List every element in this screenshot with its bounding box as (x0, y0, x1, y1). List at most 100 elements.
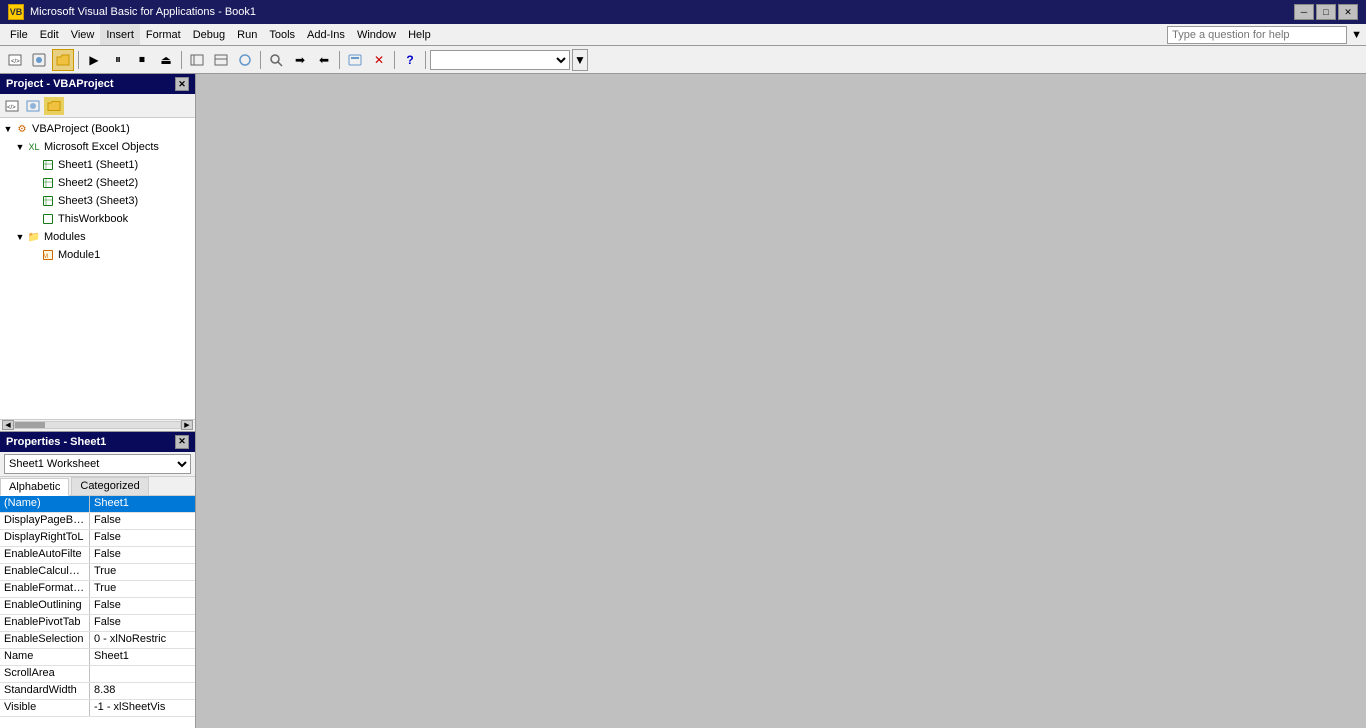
toolbar-design-mode[interactable]: ⏏ (155, 49, 177, 71)
tree-sheet2-label: Sheet2 (Sheet2) (58, 177, 138, 189)
tree-sheet3[interactable]: Sheet3 (Sheet3) (0, 192, 195, 210)
prop-row-displaypagebreak[interactable]: DisplayPageBrea False (0, 513, 195, 530)
prop-value-visible: -1 - xlSheetVis (90, 700, 195, 716)
prop-value-enablecalculation: True (90, 564, 195, 580)
toolbar-properties[interactable] (210, 49, 232, 71)
prop-value-standardwidth: 8.38 (90, 683, 195, 699)
menu-edit[interactable]: Edit (34, 24, 65, 45)
tree-sheet2[interactable]: Sheet2 (Sheet2) (0, 174, 195, 192)
menu-format[interactable]: Format (140, 24, 187, 45)
prop-value-enableselection: 0 - xlNoRestric (90, 632, 195, 648)
proj-toggle-folders[interactable] (44, 97, 64, 115)
menu-view[interactable]: View (65, 24, 101, 45)
properties-object-select[interactable]: Sheet1 Worksheet (4, 454, 191, 474)
sheet2-icon (40, 175, 56, 191)
tree-thisworkbook-label: ThisWorkbook (58, 213, 128, 225)
toolbar-combo-arrow[interactable]: ▼ (572, 49, 588, 71)
tree-toggle-excel: ▼ (14, 142, 26, 152)
tab-alphabetic[interactable]: Alphabetic (0, 478, 69, 496)
tree-excel-objects[interactable]: ▼ XL Microsoft Excel Objects (0, 138, 195, 156)
tree-toggle-vbaproject: ▼ (2, 124, 14, 134)
toolbar-find[interactable] (265, 49, 287, 71)
prop-row-visible[interactable]: Visible -1 - xlSheetVis (0, 700, 195, 717)
prop-row-enableautofilter[interactable]: EnableAutoFilte False (0, 547, 195, 564)
prop-name-standardwidth: StandardWidth (0, 683, 90, 699)
help-search-input[interactable] (1167, 26, 1347, 44)
code-area[interactable] (196, 74, 1366, 728)
scroll-left-btn[interactable]: ◀ (2, 420, 14, 430)
toolbar-sep-1 (78, 51, 79, 69)
prop-value-name: Sheet1 (90, 496, 195, 512)
tree-thisworkbook[interactable]: ThisWorkbook (0, 210, 195, 228)
menu-tools[interactable]: Tools (263, 24, 301, 45)
toolbar-combo[interactable] (430, 50, 570, 70)
prop-name-enableselection: EnableSelection (0, 632, 90, 648)
project-panel-title: Project - VBAProject (6, 78, 114, 90)
tree-excel-label: Microsoft Excel Objects (44, 141, 159, 153)
prop-name-enableautofilter: EnableAutoFilte (0, 547, 90, 563)
prop-row-enableselection[interactable]: EnableSelection 0 - xlNoRestric (0, 632, 195, 649)
prop-row-enablecalculation[interactable]: EnableCalculatio True (0, 564, 195, 581)
scroll-right-btn[interactable]: ▶ (181, 420, 193, 430)
menu-run[interactable]: Run (231, 24, 263, 45)
toolbar-outdent[interactable]: ⬅ (313, 49, 335, 71)
tree-module1[interactable]: M Module1 (0, 246, 195, 264)
tree-modules[interactable]: ▼ 📁 Modules (0, 228, 195, 246)
toolbar-folder[interactable] (52, 49, 74, 71)
maximize-button[interactable]: □ (1316, 4, 1336, 20)
prop-row-scrollarea[interactable]: ScrollArea (0, 666, 195, 683)
scroll-thumb[interactable] (15, 422, 45, 428)
scroll-track[interactable] (14, 421, 181, 429)
toolbar-project-explorer[interactable] (186, 49, 208, 71)
menu-window[interactable]: Window (351, 24, 402, 45)
proj-view-code[interactable]: </> (2, 97, 22, 115)
tab-categorized[interactable]: Categorized (71, 477, 148, 495)
toolbar-indent[interactable]: ➡ (289, 49, 311, 71)
toolbar-reset[interactable]: ⏹ (131, 49, 153, 71)
tree-modules-label: Modules (44, 231, 86, 243)
toolbar-help-btn[interactable]: ? (399, 49, 421, 71)
toolbar-close[interactable]: ✕ (368, 49, 390, 71)
tree-sheet1[interactable]: Sheet1 (Sheet1) (0, 156, 195, 174)
menu-help[interactable]: Help (402, 24, 437, 45)
thisworkbook-icon (40, 211, 56, 227)
tree-toggle-modules: ▼ (14, 232, 26, 242)
toolbar-sep-3 (260, 51, 261, 69)
proj-view-object[interactable] (23, 97, 43, 115)
toolbar-view-code[interactable]: </> (4, 49, 26, 71)
prop-name-displaypagebreak: DisplayPageBrea (0, 513, 90, 529)
close-button[interactable]: ✕ (1338, 4, 1358, 20)
menu-addins[interactable]: Add-Ins (301, 24, 351, 45)
sheet1-icon (40, 157, 56, 173)
toolbar-run-pause[interactable]: ▶ (83, 49, 105, 71)
toolbar-view-object[interactable] (28, 49, 50, 71)
toolbar-sep-5 (394, 51, 395, 69)
prop-row-name[interactable]: (Name) Sheet1 (0, 496, 195, 513)
minimize-button[interactable]: ─ (1294, 4, 1314, 20)
project-panel-close[interactable]: ✕ (175, 77, 189, 91)
prop-row-standardwidth[interactable]: StandardWidth 8.38 (0, 683, 195, 700)
prop-name-visible: Visible (0, 700, 90, 716)
toolbar-break[interactable]: ⏸ (107, 49, 129, 71)
prop-row-displayrighttol[interactable]: DisplayRightToL False (0, 530, 195, 547)
tree-sheet3-label: Sheet3 (Sheet3) (58, 195, 138, 207)
prop-row-enableformatcodes[interactable]: EnableFormatCo True (0, 581, 195, 598)
main-layout: Project - VBAProject ✕ </> ▼ ⚙ VBAProjec… (0, 74, 1366, 728)
menu-insert[interactable]: Insert (100, 24, 140, 45)
prop-value-name2: Sheet1 (90, 649, 195, 665)
tree-vbaproject[interactable]: ▼ ⚙ VBAProject (Book1) (0, 120, 195, 138)
prop-row-enableoutlining[interactable]: EnableOutlining False (0, 598, 195, 615)
properties-close[interactable]: ✕ (175, 435, 189, 449)
svg-text:</>: </> (7, 105, 16, 111)
prop-row-enablepivottab[interactable]: EnablePivotTab False (0, 615, 195, 632)
title-bar-controls: ─ □ ✕ (1294, 4, 1358, 20)
menu-file[interactable]: File (4, 24, 34, 45)
toolbar-userform-toolbar[interactable] (344, 49, 366, 71)
menu-debug[interactable]: Debug (187, 24, 231, 45)
tree-vbaproject-label: VBAProject (Book1) (32, 123, 130, 135)
menu-bar: File Edit View Insert Format Debug Run T… (0, 24, 1366, 46)
toolbar-object-browser[interactable] (234, 49, 256, 71)
title-bar: VB Microsoft Visual Basic for Applicatio… (0, 0, 1366, 24)
vbaproject-icon: ⚙ (14, 121, 30, 137)
prop-row-name2[interactable]: Name Sheet1 (0, 649, 195, 666)
